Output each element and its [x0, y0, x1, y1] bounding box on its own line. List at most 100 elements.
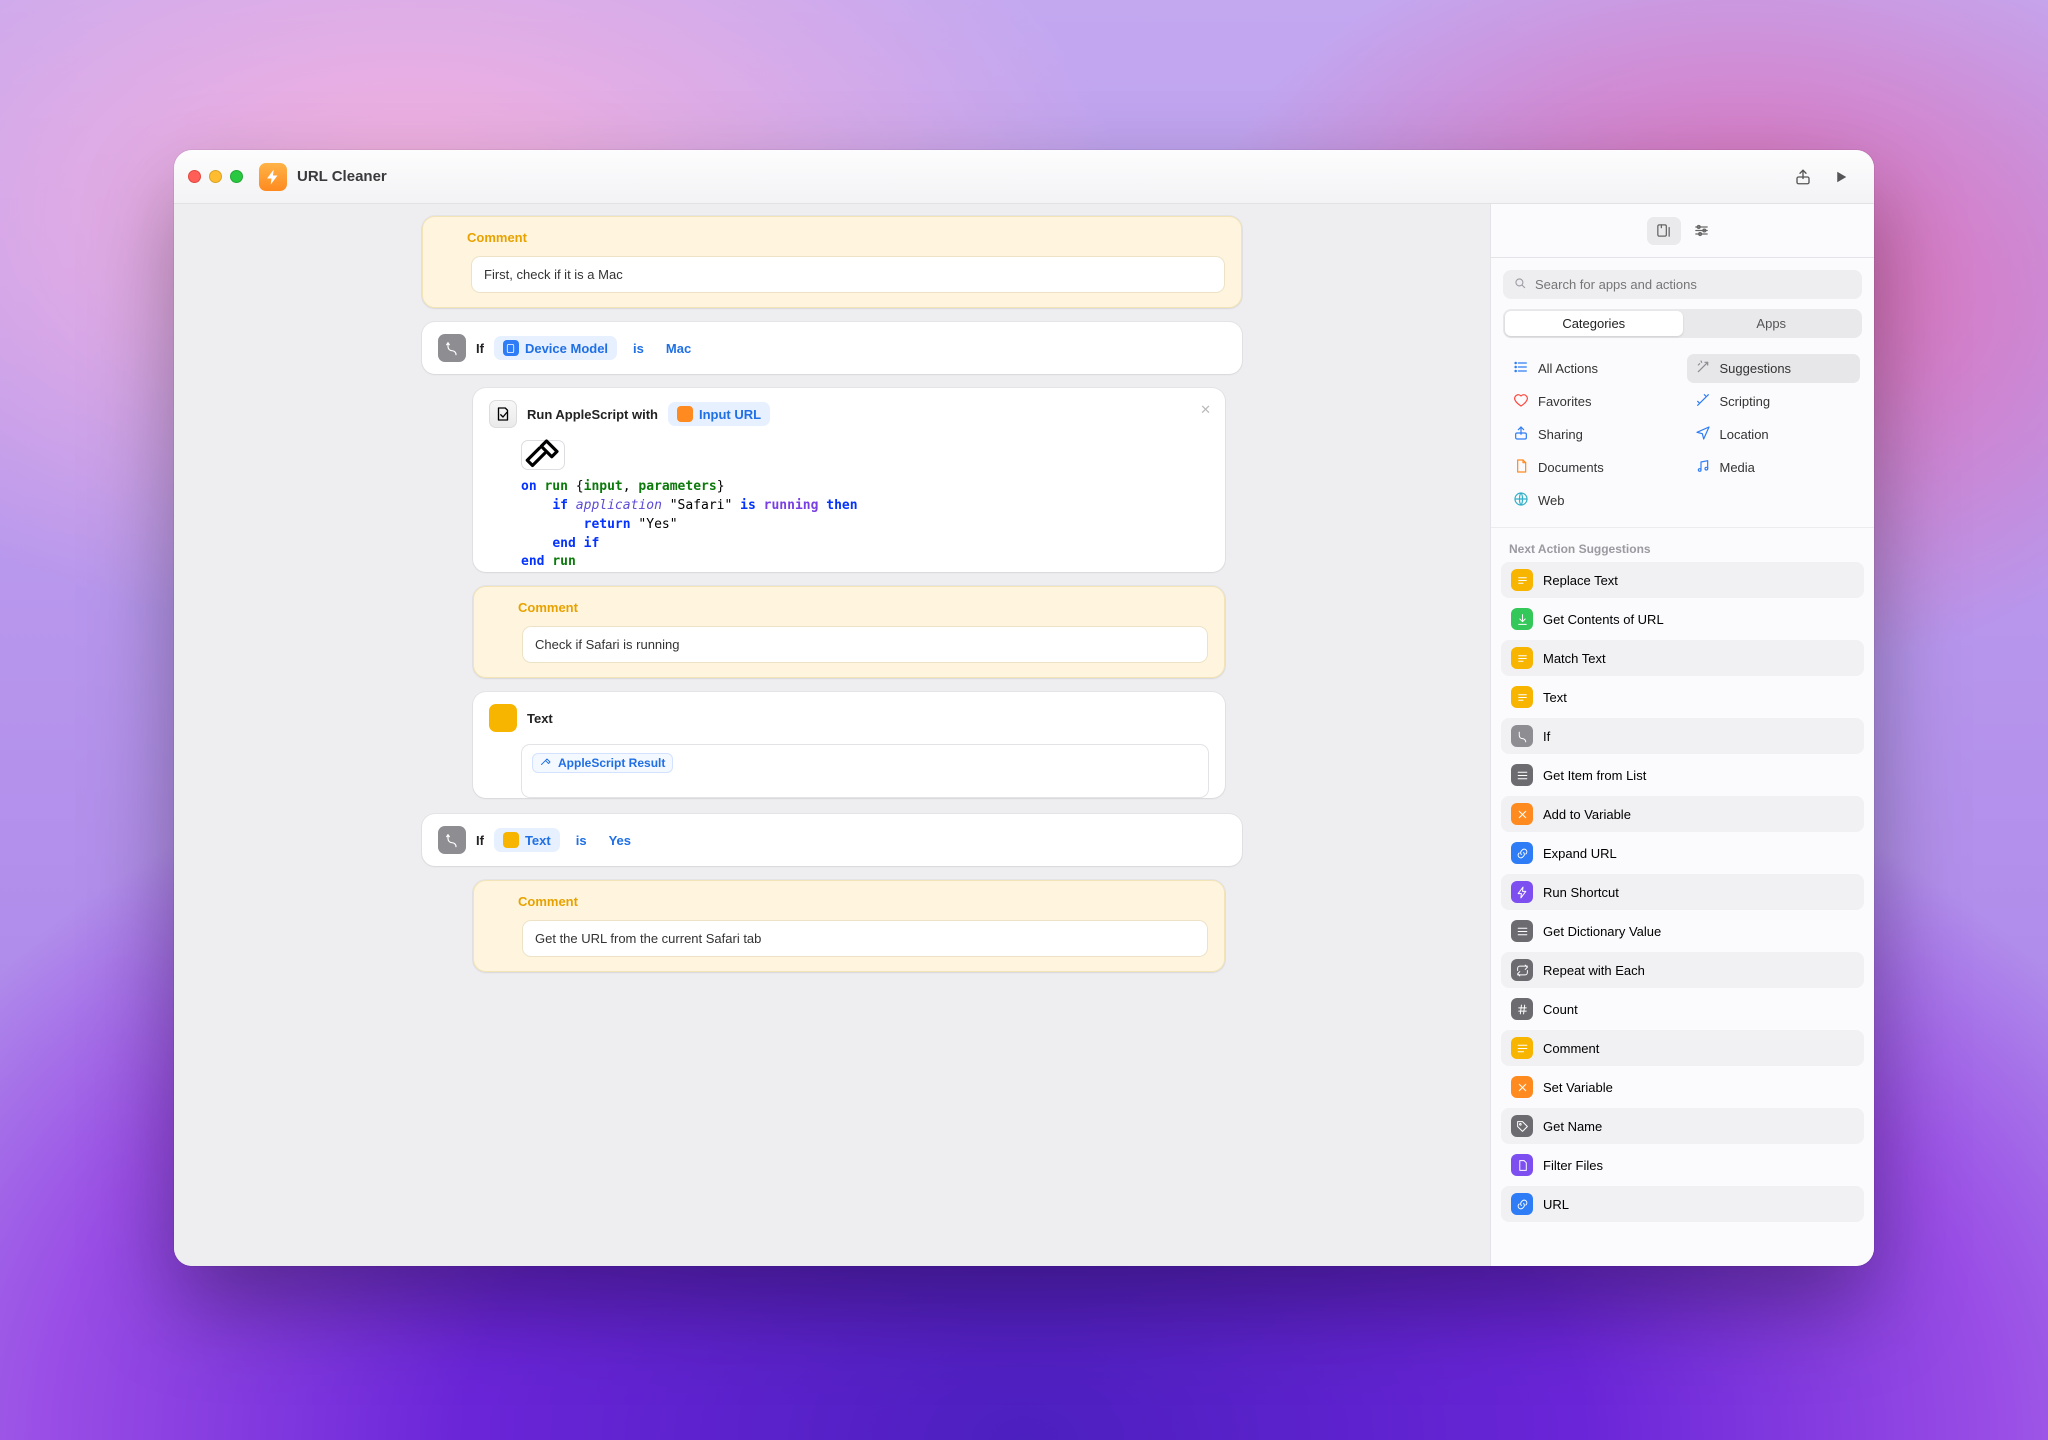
action-title: Text	[527, 711, 553, 726]
compile-script-button[interactable]	[521, 440, 565, 470]
category-grid: All Actions Suggestions Favorites Scripting…	[1491, 348, 1874, 528]
suggestion-get-item-from-list[interactable]: Get Item from List	[1501, 757, 1864, 793]
var-icon	[1511, 1076, 1533, 1098]
if-action[interactable]: If Device Model is Mac	[422, 322, 1242, 374]
comment-icon	[1511, 1037, 1533, 1059]
suggestion-get-contents-of-url[interactable]: Get Contents of URL	[1501, 601, 1864, 637]
branch-icon	[1511, 725, 1533, 747]
dl-icon	[1511, 608, 1533, 630]
if-value[interactable]: Mac	[660, 337, 697, 360]
suggestion-match-text[interactable]: Match Text	[1501, 640, 1864, 676]
category-documents[interactable]: Documents	[1505, 453, 1679, 482]
comment-action[interactable]: Comment First, check if it is a Mac	[422, 216, 1242, 308]
action-title: Comment	[467, 230, 527, 245]
zoom-window-button[interactable]	[230, 170, 243, 183]
sidebar-toolbar	[1491, 204, 1874, 258]
comment-icon	[490, 891, 508, 912]
link-icon	[1511, 842, 1533, 864]
text-icon	[1511, 569, 1533, 591]
variable-token[interactable]: AppleScript Result	[532, 753, 673, 773]
note-icon	[1695, 458, 1711, 477]
settings-tab-button[interactable]	[1685, 217, 1719, 245]
category-suggestions[interactable]: Suggestions	[1687, 354, 1861, 383]
suggestion-count[interactable]: Count	[1501, 991, 1864, 1027]
remove-action-button[interactable]: ✕	[1200, 402, 1211, 418]
library-sidebar: Categories Apps All Actions Suggestions Fa…	[1490, 204, 1874, 1266]
if-value[interactable]: Yes	[603, 829, 637, 852]
wand-icon	[1695, 359, 1711, 378]
suggestion-repeat-with-each[interactable]: Repeat with Each	[1501, 952, 1864, 988]
text-icon	[1511, 647, 1533, 669]
search-field[interactable]	[1503, 270, 1862, 299]
segment-categories[interactable]: Categories	[1505, 311, 1683, 336]
suggestion-comment[interactable]: Comment	[1501, 1030, 1864, 1066]
branch-icon	[438, 826, 466, 854]
repeat-icon	[1511, 959, 1533, 981]
shortcut-app-icon	[259, 163, 287, 191]
category-favorites[interactable]: Favorites	[1505, 387, 1679, 416]
heart-icon	[1513, 392, 1529, 411]
search-input[interactable]	[1535, 277, 1852, 292]
list-icon	[1511, 764, 1533, 786]
text-icon	[503, 832, 519, 848]
suggestions-header: Next Action Suggestions	[1491, 528, 1874, 562]
segment-apps[interactable]: Apps	[1683, 311, 1861, 336]
text-icon	[489, 704, 517, 732]
suggestion-url[interactable]: URL	[1501, 1186, 1864, 1222]
comment-text-field[interactable]: Check if Safari is running	[522, 626, 1208, 663]
comment-action[interactable]: Comment Get the URL from the current Saf…	[473, 880, 1225, 972]
script-editor[interactable]: on run {input, parameters} if applicatio…	[521, 478, 1209, 572]
if-variable-token[interactable]: Text	[494, 828, 560, 852]
device-icon	[503, 340, 519, 356]
comment-action[interactable]: Comment Check if Safari is running	[473, 586, 1225, 678]
library-mode-segmented[interactable]: Categories Apps	[1503, 309, 1862, 338]
suggestion-filter-files[interactable]: Filter Files	[1501, 1147, 1864, 1183]
comment-text-field[interactable]: First, check if it is a Mac	[471, 256, 1225, 293]
action-title: Comment	[518, 894, 578, 909]
category-web[interactable]: Web	[1505, 486, 1679, 515]
workflow-canvas[interactable]: Comment First, check if it is a Mac If D…	[174, 204, 1490, 1266]
link-icon	[1511, 1193, 1533, 1215]
category-scripting[interactable]: Scripting	[1687, 387, 1861, 416]
minimize-window-button[interactable]	[209, 170, 222, 183]
suggestion-replace-text[interactable]: Replace Text	[1501, 562, 1864, 598]
category-location[interactable]: Location	[1687, 420, 1861, 449]
if-keyword: If	[476, 833, 484, 848]
tag-icon	[1511, 1115, 1533, 1137]
comment-icon	[439, 227, 457, 248]
suggestion-expand-url[interactable]: Expand URL	[1501, 835, 1864, 871]
run-applescript-action[interactable]: Run AppleScript with Input URL ✕ on run …	[473, 388, 1225, 572]
text-icon	[1511, 686, 1533, 708]
suggestion-add-to-variable[interactable]: Add to Variable	[1501, 796, 1864, 832]
run-button[interactable]	[1822, 161, 1860, 193]
share-icon	[1513, 425, 1529, 444]
text-field[interactable]: AppleScript Result	[521, 744, 1209, 798]
globe-icon	[1513, 491, 1529, 510]
wand2-icon	[1695, 392, 1711, 411]
share-button[interactable]	[1784, 161, 1822, 193]
var-icon	[1511, 803, 1533, 825]
if-operator[interactable]: is	[570, 829, 593, 852]
library-tab-button[interactable]	[1647, 217, 1681, 245]
comment-icon	[490, 597, 508, 618]
input-variable-token[interactable]: Input URL	[668, 402, 770, 426]
if-operator[interactable]: is	[627, 337, 650, 360]
suggestion-get-dictionary-value[interactable]: Get Dictionary Value	[1501, 913, 1864, 949]
suggestion-run-shortcut[interactable]: Run Shortcut	[1501, 874, 1864, 910]
close-window-button[interactable]	[188, 170, 201, 183]
action-title: Run AppleScript with	[527, 407, 658, 422]
variable-icon	[677, 406, 693, 422]
suggestion-get-name[interactable]: Get Name	[1501, 1108, 1864, 1144]
suggestion-if[interactable]: If	[1501, 718, 1864, 754]
if-action[interactable]: If Text is Yes	[422, 814, 1242, 866]
category-sharing[interactable]: Sharing	[1505, 420, 1679, 449]
text-action[interactable]: Text AppleScript Result	[473, 692, 1225, 798]
category-all-actions[interactable]: All Actions	[1505, 354, 1679, 383]
list-icon	[1511, 920, 1533, 942]
category-media[interactable]: Media	[1687, 453, 1861, 482]
comment-text-field[interactable]: Get the URL from the current Safari tab	[522, 920, 1208, 957]
if-variable-token[interactable]: Device Model	[494, 336, 617, 360]
suggestion-text[interactable]: Text	[1501, 679, 1864, 715]
titlebar: URL Cleaner	[174, 150, 1874, 204]
suggestion-set-variable[interactable]: Set Variable	[1501, 1069, 1864, 1105]
